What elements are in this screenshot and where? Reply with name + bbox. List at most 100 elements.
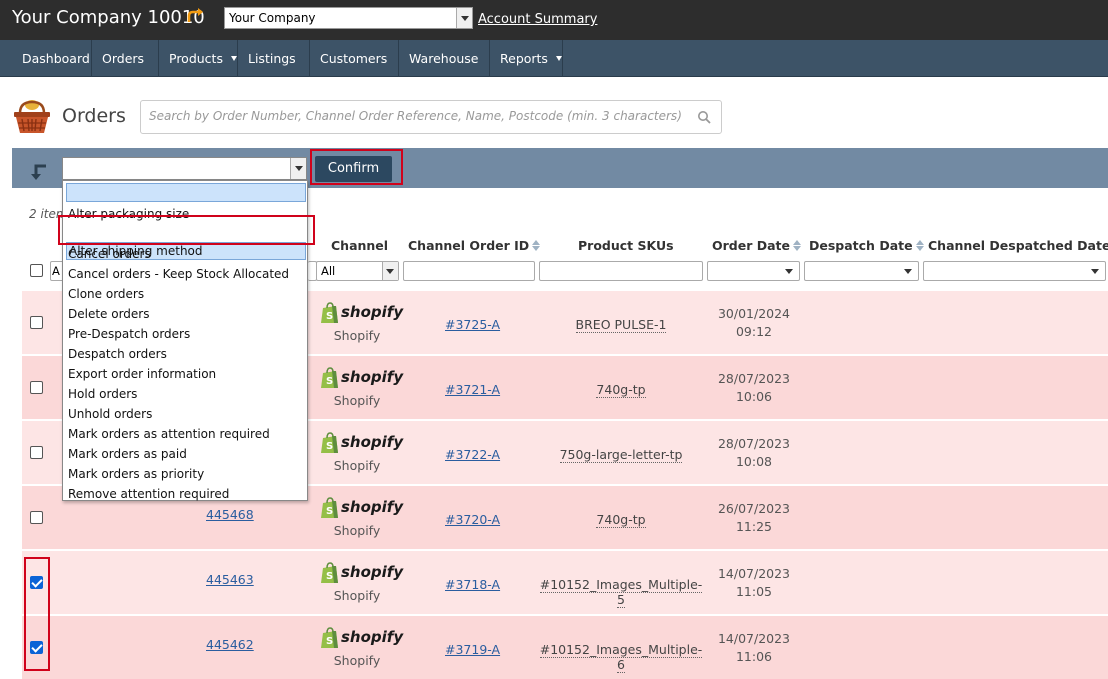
order-number-link[interactable]: 445468 <box>206 507 254 522</box>
column-header-despatch-date[interactable]: Despatch Date <box>809 238 924 253</box>
switch-company-icon[interactable] <box>186 6 206 26</box>
channel-order-id-link[interactable]: #3725-A <box>445 317 500 332</box>
column-header-channel-order-id[interactable]: Channel Order ID <box>408 238 541 253</box>
nav-dashboard-label: Dashboard <box>22 51 90 66</box>
shopify-wordmark: shopify <box>341 303 404 321</box>
channel-filter-select[interactable]: All <box>316 261 399 281</box>
order-search-input[interactable] <box>149 109 689 123</box>
nav-reports[interactable]: Reports <box>490 40 563 77</box>
dropdown-option[interactable]: Export order information <box>68 367 216 381</box>
nav-warehouse[interactable]: Warehouse <box>399 40 490 98</box>
column-header-label: Despatch Date <box>809 238 913 253</box>
confirm-highlight-box <box>310 149 403 185</box>
dropdown-option[interactable]: Clone orders <box>68 287 144 301</box>
chevron-down-icon <box>290 158 306 179</box>
alter-shipping-highlight-box <box>58 215 315 245</box>
dropdown-option[interactable]: Cancel orders <box>68 247 151 261</box>
sort-icon <box>915 240 924 251</box>
nav-dashboard[interactable]: Dashboard <box>12 40 92 77</box>
dropdown-option[interactable]: Mark orders as paid <box>68 447 187 461</box>
shopify-logo-icon: Sshopify <box>320 627 403 651</box>
dropdown-option[interactable]: Unhold orders <box>68 407 152 421</box>
column-header-channel-despatched-date[interactable]: Channel Despatched Date <box>928 238 1108 253</box>
column-header-product-skus: Product SKUs <box>578 238 674 253</box>
search-icon[interactable] <box>697 110 711 124</box>
bulk-action-select[interactable] <box>62 157 307 180</box>
dropdown-option[interactable]: Mark orders as attention required <box>68 427 270 441</box>
shopify-wordmark: shopify <box>341 498 404 516</box>
product-sku-cell: BREO PULSE-1 <box>539 317 703 333</box>
order-date-cell: 26/07/2023 11:25 <box>714 500 794 536</box>
dropdown-option[interactable]: Delete orders <box>68 307 150 321</box>
shopify-bag-icon: S <box>321 367 338 388</box>
channel-order-id-link[interactable]: #3721-A <box>445 382 500 397</box>
channel-name: Shopify <box>333 588 381 603</box>
nav-warehouse-label: Warehouse <box>409 51 479 66</box>
order-number-link[interactable]: 445463 <box>206 572 254 587</box>
company-select-value: Your Company <box>229 11 316 25</box>
shopify-logo-icon: Sshopify <box>320 432 403 456</box>
dropdown-option[interactable]: Remove attention required <box>68 487 229 501</box>
channel-order-id-filter[interactable] <box>403 261 535 281</box>
channel-name: Shopify <box>333 328 381 343</box>
product-skus-filter[interactable] <box>539 261 703 281</box>
nav-listings[interactable]: Listings <box>238 40 310 98</box>
dropdown-option[interactable]: Cancel orders - Keep Stock Allocated <box>68 267 289 281</box>
shopify-wordmark: shopify <box>341 368 404 386</box>
row-select-checkbox[interactable] <box>30 381 43 394</box>
row-select-checkbox[interactable] <box>30 446 43 459</box>
channel-despatched-date-filter[interactable] <box>923 261 1106 281</box>
caret-down-icon <box>256 93 262 98</box>
shopify-bag-icon: S <box>321 627 338 648</box>
svg-text:S: S <box>326 506 333 517</box>
order-date: 28/07/2023 <box>717 371 791 386</box>
channel-order-id-link[interactable]: #3718-A <box>445 577 500 592</box>
product-sku-link[interactable]: 740g-tp <box>596 512 646 528</box>
dropdown-option[interactable]: Mark orders as priority <box>68 467 204 481</box>
dropdown-option[interactable]: Hold orders <box>68 387 137 401</box>
dropdown-blank-option[interactable] <box>66 183 306 202</box>
product-sku-cell: 750g-large-letter-tp <box>539 447 703 463</box>
order-date-cell: 14/07/2023 11:06 <box>714 630 794 666</box>
product-sku-link[interactable]: BREO PULSE-1 <box>575 317 667 333</box>
column-header-label: Order Date <box>712 238 790 253</box>
shopify-bag-icon: S <box>321 302 338 323</box>
order-search-box[interactable] <box>140 100 722 134</box>
channel-name: Shopify <box>333 653 381 668</box>
nav-orders[interactable]: Orders <box>92 40 159 98</box>
dropdown-option[interactable]: Despatch orders <box>68 347 167 361</box>
account-summary-link[interactable]: Account Summary <box>478 12 597 27</box>
channel-order-id-link[interactable]: #3720-A <box>445 512 500 527</box>
channel-order-id-link[interactable]: #3719-A <box>445 642 500 657</box>
channel-order-id-link[interactable]: #3722-A <box>445 447 500 462</box>
product-sku-link[interactable]: #10152_Images_Multiple-6 <box>539 642 703 673</box>
order-number-link[interactable]: 445462 <box>206 637 254 652</box>
svg-text:S: S <box>326 376 333 387</box>
column-header-label: Channel Order ID <box>408 238 530 253</box>
order-date-filter[interactable] <box>707 261 800 281</box>
shopify-logo-icon: Sshopify <box>320 562 403 586</box>
company-select[interactable]: Your Company <box>224 7 473 29</box>
caret-down-icon <box>1091 269 1099 274</box>
product-sku-link[interactable]: #10152_Images_Multiple-5 <box>539 577 703 608</box>
order-time: 11:05 <box>735 584 773 599</box>
column-header-order-date[interactable]: Order Date <box>712 238 801 253</box>
checked-rows-highlight-box <box>24 557 50 671</box>
shopify-bag-icon: S <box>321 562 338 583</box>
dropdown-option[interactable]: Pre-Despatch orders <box>68 327 190 341</box>
caret-down-icon <box>417 93 423 98</box>
despatch-date-filter[interactable] <box>804 261 919 281</box>
caret-down-icon <box>110 93 116 98</box>
order-date: 28/07/2023 <box>717 436 791 451</box>
order-time: 11:25 <box>735 519 773 534</box>
product-sku-link[interactable]: 740g-tp <box>596 382 646 398</box>
row-select-checkbox[interactable] <box>30 511 43 524</box>
order-date: 26/07/2023 <box>717 501 791 516</box>
order-time: 11:06 <box>735 649 773 664</box>
select-all-checkbox[interactable] <box>30 264 43 277</box>
nav-products[interactable]: Products <box>159 40 238 77</box>
shopify-wordmark: shopify <box>341 433 404 451</box>
nav-customers[interactable]: Customers <box>310 40 399 98</box>
product-sku-link[interactable]: 750g-large-letter-tp <box>559 447 683 463</box>
row-select-checkbox[interactable] <box>30 316 43 329</box>
